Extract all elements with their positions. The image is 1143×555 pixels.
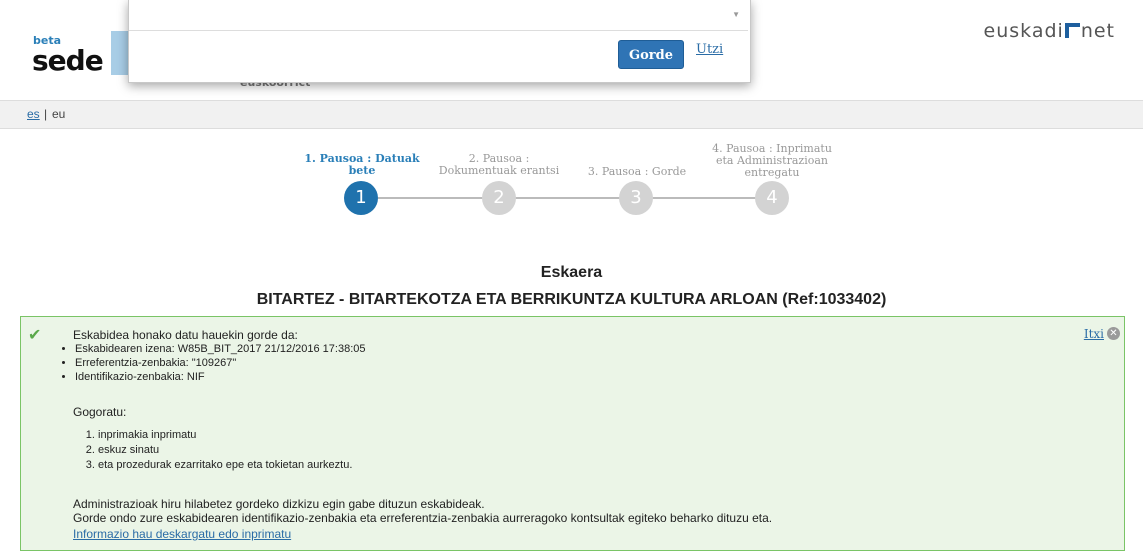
page-title: Eskaera [540,264,603,281]
cancel-link[interactable]: Utzi [696,42,723,57]
list-item: Eskabidearen izena: W85B_BIT_2017 21/12/… [75,342,366,356]
checkmark-icon: ✔ [28,327,42,344]
reminder-list: inprimakia inprimatu eskuz sinatu eta pr… [83,428,352,473]
admin-notice-line-1: Administrazioak hiru hilabetez gordeko d… [73,497,485,511]
download-print-link[interactable]: Informazio hau deskargatu edo inprimatu [73,527,291,541]
list-item: eskuz sinatu [98,443,352,458]
list-item: eta prozedurak ezarritako epe eta tokiet… [98,458,352,473]
euskadi-net-logo[interactable]: euskadi net [984,20,1115,42]
list-item: Identifikazio-zenbakia: NIF [75,370,366,384]
close-icon[interactable]: ✕ [1107,327,1120,340]
saved-details-list: Eskabidearen izena: W85B_BIT_2017 21/12/… [59,342,366,384]
scroll-down-icon[interactable]: ▼ [732,10,740,19]
admin-notice-line-2: Gorde ondo zure eskabidearen identifikaz… [73,511,773,525]
brand-left: euskadi [983,20,1064,42]
language-es-link[interactable]: es [27,101,40,128]
procedure-title: BITARTEZ - BITARTEKOTZA ETA BERRIKUNTZA … [256,291,887,308]
language-separator: | [44,107,48,121]
language-bar: es | eu [0,100,1143,129]
step-connector [378,197,758,199]
reminder-title: Gogoratu: [73,405,127,419]
admin-notice: Administrazioak hiru hilabetez gordeko d… [73,497,772,525]
step-4-circle: 4 [755,181,789,215]
brand-right: net [1080,20,1115,42]
close-message-link[interactable]: Itxi [1084,327,1104,341]
modal-dialog: ▼ Gorde Utzi [128,0,751,83]
logo-sede[interactable]: sede [32,44,104,77]
list-item: inprimakia inprimatu [98,428,352,443]
brand-square-icon [1064,23,1080,38]
success-intro: Eskabidea honako datu hauekin gorde da: [73,328,298,342]
success-message-box: ✔ Itxi ✕ Eskabidea honako datu hauekin g… [20,316,1125,551]
step-1-circle: 1 [344,181,378,215]
step-3-circle: 3 [619,181,653,215]
step-4-label: 4. Pausoa : Inprimatu eta Administrazioa… [712,142,832,179]
modal-textarea[interactable]: ▼ [129,0,748,31]
list-item: Erreferentzia-zenbakia: "109267" [75,356,366,370]
step-3-label: 3. Pausoa : Gorde [587,165,687,178]
step-2-circle: 2 [482,181,516,215]
save-button[interactable]: Gorde [618,40,684,69]
language-eu-current: eu [52,107,66,121]
step-1-label: 1. Pausoa : Datuak bete [304,152,420,177]
step-2-label: 2. Pausoa : Dokumentuak erantsi [438,152,560,177]
